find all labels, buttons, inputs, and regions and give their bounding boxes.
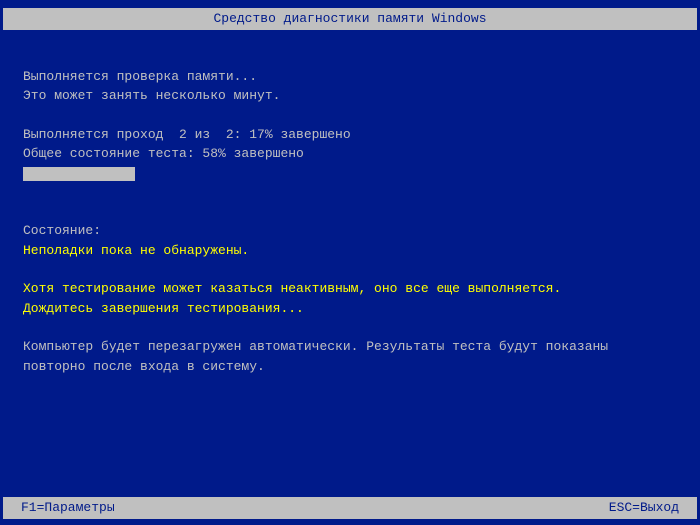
overall-progress-line: Общее состояние теста: 58% завершено [23, 144, 677, 164]
status-label: Состояние: [23, 221, 677, 241]
wait-complete-line: Дождитесь завершения тестирования... [23, 299, 677, 319]
f1-options-hint[interactable]: F1=Параметры [21, 498, 115, 518]
status-no-problems: Неполадки пока не обнаружены. [23, 241, 677, 261]
progress-bar-row [23, 164, 677, 184]
content-area: Выполняется проверка памяти... Это может… [3, 30, 697, 377]
checking-memory-line: Выполняется проверка памяти... [23, 67, 677, 87]
progress-bar-fill [23, 167, 135, 181]
restart-info-line2: повторно после входа в систему. [23, 357, 677, 377]
app-title: Средство диагностики памяти Windows [213, 11, 486, 26]
pass-progress-line: Выполняется проход 2 из 2: 17% завершено [23, 125, 677, 145]
title-bar: Средство диагностики памяти Windows [3, 8, 697, 30]
footer-bar: F1=Параметры ESC=Выход [3, 497, 697, 520]
wait-minutes-line: Это может занять несколько минут. [23, 86, 677, 106]
inactive-warning-line: Хотя тестирование может казаться неактив… [23, 279, 677, 299]
esc-exit-hint[interactable]: ESC=Выход [609, 498, 679, 518]
restart-info-line1: Компьютер будет перезагружен автоматичес… [23, 337, 677, 357]
memory-diagnostic-screen: Средство диагностики памяти Windows Выпо… [0, 0, 700, 525]
